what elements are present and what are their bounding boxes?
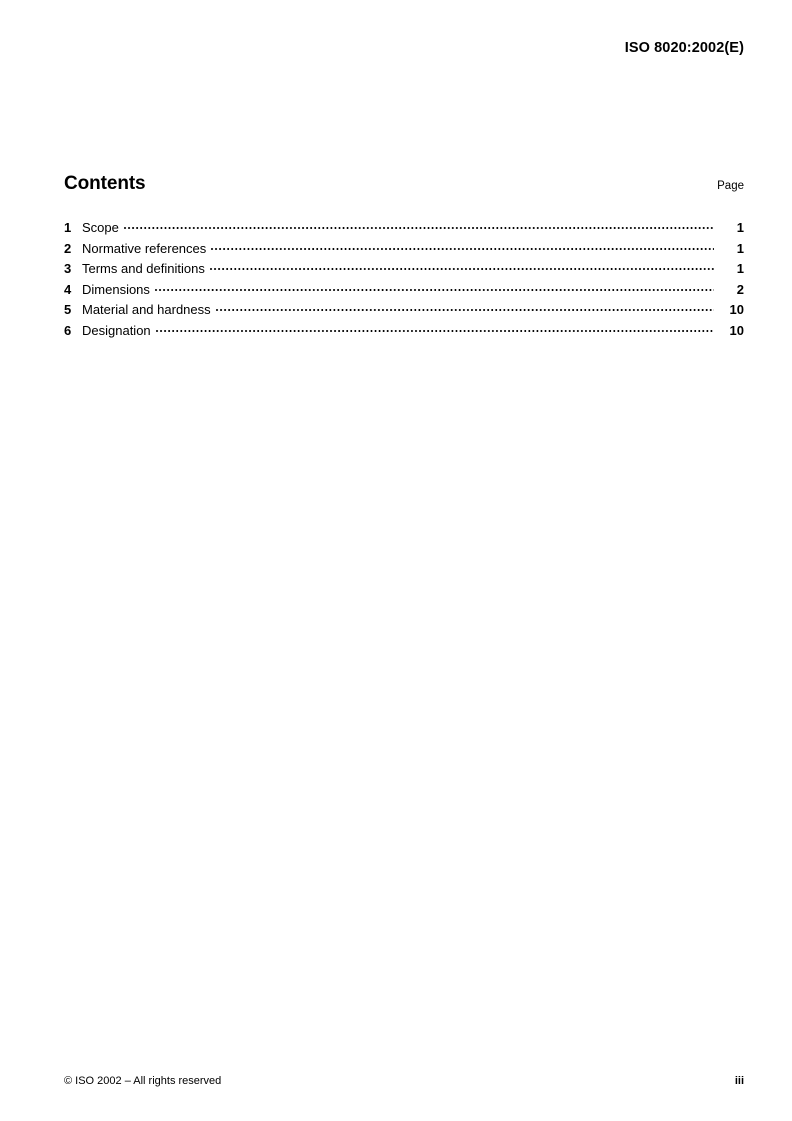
page-column-header: Page (717, 180, 744, 192)
toc-entry[interactable]: 6 Designation 10 (64, 321, 744, 342)
toc-entry-page: 1 (736, 240, 744, 256)
toc-entry-number: 1 (64, 220, 72, 235)
toc-entry-label: Designation (82, 322, 151, 338)
toc-entry-number: 3 (64, 261, 72, 277)
toc-entry-label: Scope (82, 220, 119, 235)
toc-entry-number: 2 (64, 240, 72, 256)
toc-entry-page: 2 (736, 281, 744, 297)
toc-entry-label: Terms and definitions (82, 261, 205, 277)
toc-entry-number: 5 (64, 302, 72, 318)
document-header-standard-ref: ISO 8020:2002(E) (624, 40, 744, 56)
toc-dot-leader (155, 321, 714, 335)
page-title: Contents (64, 173, 146, 194)
table-of-contents: 1 Scope 1 2 Normative references 1 3 Ter… (64, 218, 744, 342)
toc-entry-label: Normative references (82, 240, 207, 256)
toc-entry[interactable]: 2 Normative references 1 (64, 239, 744, 260)
toc-dot-leader (209, 259, 714, 273)
toc-dot-leader (154, 280, 714, 294)
document-page: ISO 8020:2002(E) Contents Page 1 Scope 1… (0, 0, 792, 1121)
footer-page-number: iii (734, 1075, 744, 1087)
toc-entry-label: Dimensions (82, 281, 150, 297)
contents-heading-block: Contents Page (64, 173, 744, 199)
toc-entry-page: 1 (736, 220, 744, 235)
toc-dot-leader (215, 300, 714, 314)
toc-entry-number: 4 (64, 281, 72, 297)
toc-entry-page: 1 (736, 261, 744, 277)
toc-entry-page: 10 (729, 322, 744, 338)
toc-dot-leader (123, 218, 714, 232)
toc-dot-leader (211, 239, 714, 253)
toc-entry[interactable]: 3 Terms and definitions 1 (64, 259, 744, 280)
toc-entry-number: 6 (64, 322, 72, 338)
toc-entry-page: 10 (729, 302, 744, 318)
toc-entry[interactable]: 4 Dimensions 2 (64, 280, 744, 301)
toc-entry[interactable]: 1 Scope 1 (64, 218, 744, 239)
toc-entry-label: Material and hardness (82, 302, 211, 318)
document-footer: © ISO 2002 – All rights reserved iii (64, 1073, 744, 1089)
toc-entry[interactable]: 5 Material and hardness 10 (64, 300, 744, 321)
copyright-notice: © ISO 2002 – All rights reserved (64, 1075, 222, 1087)
